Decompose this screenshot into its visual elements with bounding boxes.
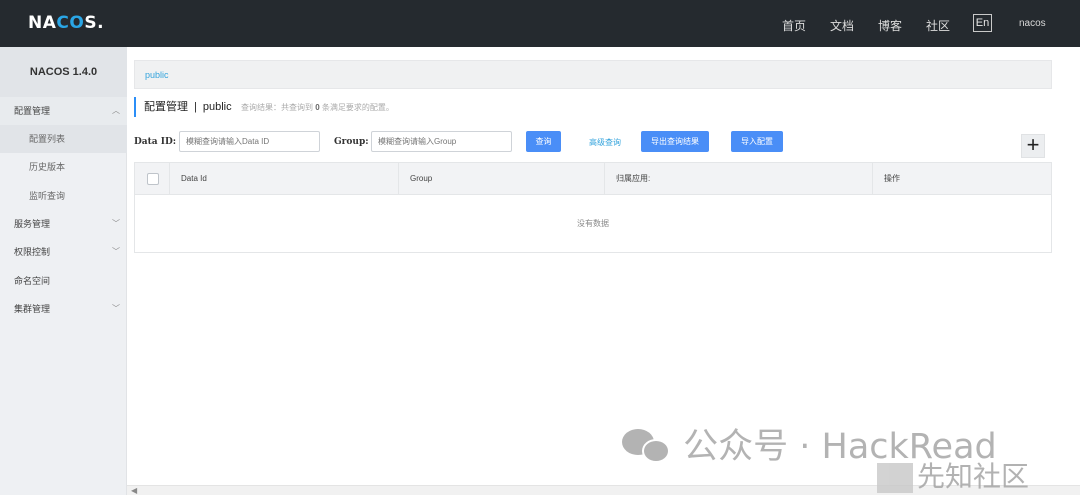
sidebar-title: NACOS 1.4.0 (0, 47, 127, 97)
column-header-group[interactable]: Group (398, 163, 603, 195)
chevron-down-icon: ﹀ (112, 219, 120, 228)
watermark-secondary-text: 先知社区 (917, 460, 1030, 493)
sidebar-item-access-control[interactable]: 权限控制 ﹀ (0, 238, 127, 266)
result-count: 0 (315, 103, 320, 112)
sidebar-item-label: 配置管理 (14, 106, 51, 116)
title-separator: | (194, 101, 197, 113)
chevron-down-icon: ﹀ (112, 304, 120, 313)
top-navbar: NACOS. 首页 文档 博客 社区 En nacos (0, 0, 1080, 47)
nacos-logo[interactable]: NACOS. (28, 13, 104, 33)
logo-text-right: S. (84, 13, 105, 33)
sidebar: NACOS 1.4.0 配置管理 ︿ 配置列表 历史版本 监听查询 服务管理 ﹀… (0, 47, 127, 495)
sidebar-item-label: 监听查询 (29, 191, 66, 201)
nav-home[interactable]: 首页 (782, 17, 806, 34)
query-result-summary: 查询结果：共查询到 0 条满足要求的配置。 (241, 102, 394, 113)
config-table: Data Id Group 归属应用: 操作 没有数据 (134, 162, 1052, 253)
namespace-link-public[interactable]: public (145, 70, 169, 80)
select-all-cell (135, 163, 168, 195)
nav-blog[interactable]: 博客 (878, 17, 902, 34)
result-suffix: 条满足要求的配置。 (321, 103, 394, 112)
sidebar-item-label: 服务管理 (14, 219, 51, 229)
wechat-watermark: 公众号 · HackRead (622, 418, 997, 467)
xianzhi-logo-icon (877, 463, 913, 493)
advanced-query-link[interactable]: 高级查询 (589, 137, 621, 148)
sidebar-item-service-management[interactable]: 服务管理 ﹀ (0, 210, 127, 238)
result-prefix: 查询结果：共查询到 (241, 103, 313, 112)
nav-docs[interactable]: 文档 (830, 17, 854, 34)
logo-text-mid: CO (56, 13, 85, 33)
sidebar-item-config-management[interactable]: 配置管理 ︿ (0, 97, 127, 125)
column-header-app[interactable]: 归属应用: (604, 163, 872, 195)
sidebar-item-label: 历史版本 (29, 162, 66, 172)
column-header-data-id[interactable]: Data Id (169, 163, 397, 195)
nav-community[interactable]: 社区 (926, 17, 950, 34)
sidebar-item-namespace[interactable]: 命名空间 (0, 267, 127, 295)
namespace-bar: public (134, 60, 1052, 89)
language-switch-button[interactable]: En (973, 14, 992, 32)
chevron-down-icon: ﹀ (112, 247, 120, 256)
dataid-label: Data ID: (134, 137, 177, 147)
wechat-icon (622, 429, 672, 467)
export-results-button[interactable]: 导出查询结果 (641, 131, 709, 152)
add-config-button[interactable]: + (1021, 134, 1045, 158)
table-empty-state: 没有数据 (577, 219, 609, 228)
sidebar-item-history[interactable]: 历史版本 (0, 153, 127, 181)
import-config-button[interactable]: 导入配置 (731, 131, 783, 152)
select-all-checkbox[interactable] (147, 173, 159, 185)
sidebar-item-listener-query[interactable]: 监听查询 (0, 182, 127, 210)
page-title-text: 配置管理 (144, 101, 188, 113)
xianzhi-watermark: 先知社区 (877, 455, 1029, 495)
group-search-input[interactable] (371, 131, 512, 152)
group-label: Group: (334, 137, 369, 147)
query-button[interactable]: 查询 (526, 131, 561, 152)
sidebar-item-config-list[interactable]: 配置列表 (0, 125, 127, 153)
sidebar-item-cluster-management[interactable]: 集群管理 ﹀ (0, 295, 127, 323)
table-header: Data Id Group 归属应用: 操作 (135, 163, 1051, 195)
sidebar-item-label: 配置列表 (29, 134, 66, 144)
dataid-search-input[interactable] (179, 131, 320, 152)
user-menu[interactable]: nacos (1019, 18, 1046, 29)
column-header-actions: 操作 (872, 163, 1051, 195)
logo-text-left: NA (28, 13, 57, 33)
chevron-up-icon: ︿ (112, 106, 120, 115)
sidebar-item-label: 集群管理 (14, 304, 51, 314)
page-title: 配置管理 | public (134, 97, 232, 117)
sidebar-item-label: 权限控制 (14, 247, 51, 257)
page-title-namespace: public (202, 101, 232, 113)
sidebar-item-label: 命名空间 (14, 276, 51, 286)
